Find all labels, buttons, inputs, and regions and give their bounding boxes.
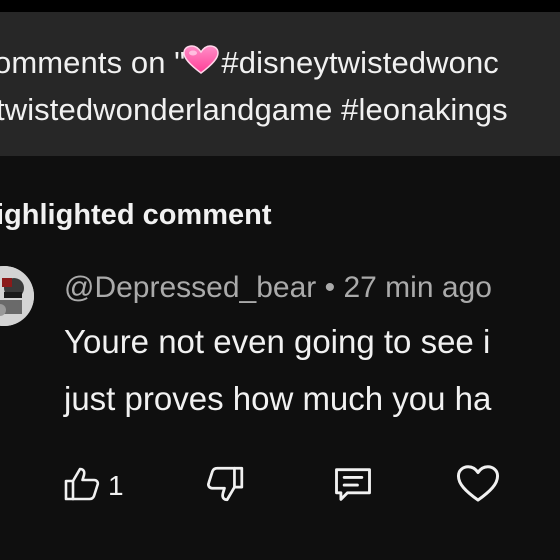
reply-button[interactable] [331,460,375,512]
dislike-button[interactable] [204,460,246,512]
avatar[interactable] [0,266,34,326]
comment-icon [331,462,375,511]
meta-separator: • [316,271,344,304]
thumbs-up-icon [62,464,102,509]
comment-text-line-2: just proves how much you ha [64,380,492,417]
status-bar-edge [0,0,560,12]
like-button[interactable]: 1 [62,460,124,512]
section-title: ighlighted comment [0,199,272,231]
comment-author[interactable]: @Depressed_bear [64,271,316,304]
pink-heart-icon [183,45,220,83]
video-header-card[interactable]: omments on " #disneytwistedwonc twistedw… [0,12,560,156]
comment-time: 27 min ago [343,271,492,304]
video-title-line-1: omments on " #disneytwistedwonc [0,45,499,83]
comment-actions: 1 [0,460,560,516]
video-title-line-2: twistedwonderlandgame #leonakings [0,92,508,127]
comment-text-line-1: Youre not even going to see i [64,323,491,360]
heart-icon [455,461,501,512]
title-hashtag-1: #disneytwistedwonc [221,45,499,80]
comment-meta: @Depressed_bear • 27 min ago [64,271,492,305]
heart-button[interactable] [455,460,501,512]
like-count: 1 [108,470,124,501]
thumbs-down-icon [204,463,246,510]
title-prefix: omments on " [0,45,186,80]
